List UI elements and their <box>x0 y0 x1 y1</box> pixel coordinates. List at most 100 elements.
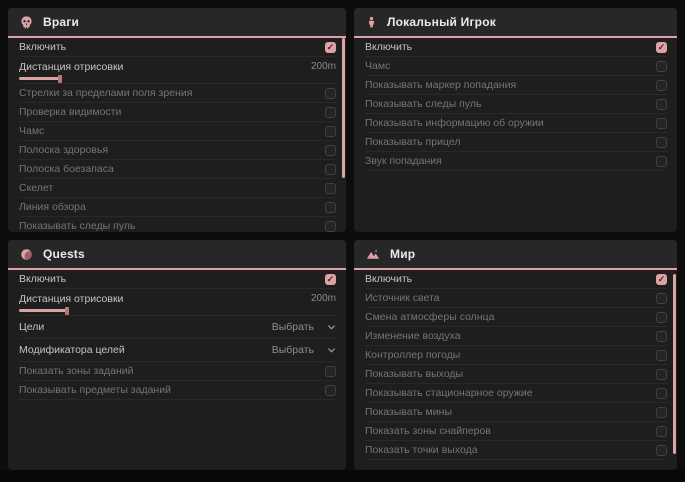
setting-label: Стрелки за пределами поля зрения <box>19 87 192 99</box>
checkbox[interactable] <box>656 331 667 342</box>
checkbox-row[interactable]: Скелет <box>19 179 336 198</box>
checkbox[interactable] <box>656 445 667 456</box>
checkbox-row[interactable]: Показывать выходы <box>365 365 667 384</box>
settings-list: Включить✓Дистанция отрисовки200mЦелиВыбр… <box>8 270 346 400</box>
checkbox[interactable] <box>325 164 336 175</box>
checkbox-row[interactable]: Линия обзора <box>19 198 336 217</box>
checkbox[interactable] <box>325 107 336 118</box>
slider-value: 200m <box>311 61 336 72</box>
panel-header[interactable]: Локальный Игрок <box>354 8 677 38</box>
panel-header[interactable]: Мир <box>354 240 677 270</box>
settings-list: Включить✓Источник светаСмена атмосферы с… <box>354 270 677 460</box>
setting-label: Дистанция отрисовки <box>19 293 123 305</box>
checkbox[interactable] <box>325 145 336 156</box>
checkbox[interactable] <box>656 426 667 437</box>
checkbox-row[interactable]: Показывать следы пуль <box>365 95 667 114</box>
settings-list: Включить ✓ Чамс Показывать маркер попадания… <box>354 38 677 171</box>
dropdown[interactable]: Выбрать <box>272 344 336 356</box>
checkbox-row[interactable]: Показать зоны заданий <box>19 362 336 381</box>
setting-label: Показывать предметы заданий <box>19 384 171 396</box>
checkbox-row[interactable]: Смена атмосферы солнца <box>365 308 667 327</box>
checkbox[interactable]: ✓ <box>325 274 336 285</box>
slider-fill <box>19 309 67 312</box>
setting-label: Проверка видимости <box>19 106 121 118</box>
setting-label: Включить <box>365 41 412 53</box>
checkbox-row[interactable]: Контроллер погоды <box>365 346 667 365</box>
checkbox[interactable] <box>656 293 667 304</box>
checkbox[interactable]: ✓ <box>656 274 667 285</box>
checkbox[interactable] <box>325 385 336 396</box>
panel-header[interactable]: Quests <box>8 240 346 270</box>
checkbox-row[interactable]: Показать точки выхода <box>365 441 667 460</box>
panel-header[interactable]: Враги <box>8 8 346 38</box>
checkbox-row[interactable]: Показать зоны снайперов <box>365 422 667 441</box>
checkbox-row[interactable]: Показывать мины <box>365 403 667 422</box>
checkbox-row[interactable]: Включить✓ <box>365 270 667 289</box>
checkbox[interactable] <box>656 137 667 148</box>
checkbox[interactable] <box>656 388 667 399</box>
checkbox[interactable] <box>656 61 667 72</box>
checkbox-row[interactable]: Показывать информацию об оружии <box>365 114 667 133</box>
setting-label: Полоска боезапаса <box>19 163 114 175</box>
checkbox-row[interactable]: Показывать предметы заданий <box>19 381 336 400</box>
setting-label: Показывать стационарное оружие <box>365 387 533 399</box>
setting-label: Показать точки выхода <box>365 444 478 456</box>
dropdown-row: Модификатора целейВыбрать <box>19 339 336 362</box>
checkbox-row[interactable]: Показывать следы пуль <box>19 217 336 232</box>
setting-label: Чамс <box>19 125 44 137</box>
checkbox[interactable] <box>656 350 667 361</box>
checkbox-row[interactable]: Стрелки за пределами поля зрения <box>19 84 336 103</box>
setting-label: Показывать следы пуль <box>365 98 481 110</box>
checkbox[interactable] <box>325 202 336 213</box>
checkbox-row[interactable]: Показывать стационарное оружие <box>365 384 667 403</box>
panel-localplayer: Локальный Игрок Включить ✓ Чамс Показывать м… <box>354 8 677 232</box>
checkbox-row[interactable]: Источник света <box>365 289 667 308</box>
checkbox-row[interactable]: Звук попадания <box>365 152 667 171</box>
setting-label: Цели <box>19 321 44 333</box>
checkbox[interactable] <box>656 369 667 380</box>
checkbox[interactable] <box>325 366 336 377</box>
player-icon <box>365 15 378 30</box>
checkbox[interactable]: ✓ <box>325 42 336 53</box>
checkbox[interactable] <box>656 407 667 418</box>
checkbox-row[interactable]: Полоска боезапаса <box>19 160 336 179</box>
checkbox[interactable] <box>656 80 667 91</box>
panel-title: Локальный Игрок <box>387 15 496 29</box>
checkbox-row[interactable]: Полоска здоровья <box>19 141 336 160</box>
checkbox-row[interactable]: Изменение воздуха <box>365 327 667 346</box>
distance-slider[interactable] <box>19 306 336 315</box>
setting-label: Изменение воздуха <box>365 330 461 342</box>
panel-title: Враги <box>43 15 79 29</box>
checkbox-row[interactable]: Показывать маркер попадания <box>365 76 667 95</box>
bottom-strip <box>0 470 685 482</box>
settings-list: Включить✓Дистанция отрисовки200mСтрелки … <box>8 38 346 232</box>
checkbox-row[interactable]: Проверка видимости <box>19 103 336 122</box>
checkbox[interactable] <box>656 312 667 323</box>
dropdown[interactable]: Выбрать <box>272 321 336 333</box>
checkbox[interactable]: ✓ <box>656 42 667 53</box>
orb-icon <box>19 247 34 262</box>
slider-handle[interactable] <box>58 75 62 83</box>
scrollbar[interactable] <box>342 38 345 178</box>
chevron-down-icon <box>327 346 336 355</box>
setting-label: Контроллер погоды <box>365 349 460 361</box>
setting-label: Звук попадания <box>365 155 442 167</box>
checkbox-row[interactable]: Чамс <box>19 122 336 141</box>
checkbox-row[interactable]: Включить✓ <box>19 270 336 289</box>
checkbox[interactable] <box>656 99 667 110</box>
slider-handle[interactable] <box>65 307 69 315</box>
checkbox[interactable] <box>656 156 667 167</box>
distance-slider[interactable] <box>19 74 336 83</box>
checkbox[interactable] <box>325 126 336 137</box>
checkbox[interactable] <box>325 183 336 194</box>
checkbox-row[interactable]: Чамс <box>365 57 667 76</box>
checkbox-row[interactable]: Включить✓ <box>19 38 336 57</box>
setting-label: Чамс <box>365 60 390 72</box>
scrollbar[interactable] <box>673 274 676 454</box>
checkbox[interactable] <box>325 88 336 99</box>
checkbox[interactable] <box>325 221 336 232</box>
checkbox[interactable] <box>656 118 667 129</box>
checkbox-row[interactable]: Включить ✓ <box>365 38 667 57</box>
chevron-down-icon <box>327 323 336 332</box>
checkbox-row[interactable]: Показывать прицел <box>365 133 667 152</box>
